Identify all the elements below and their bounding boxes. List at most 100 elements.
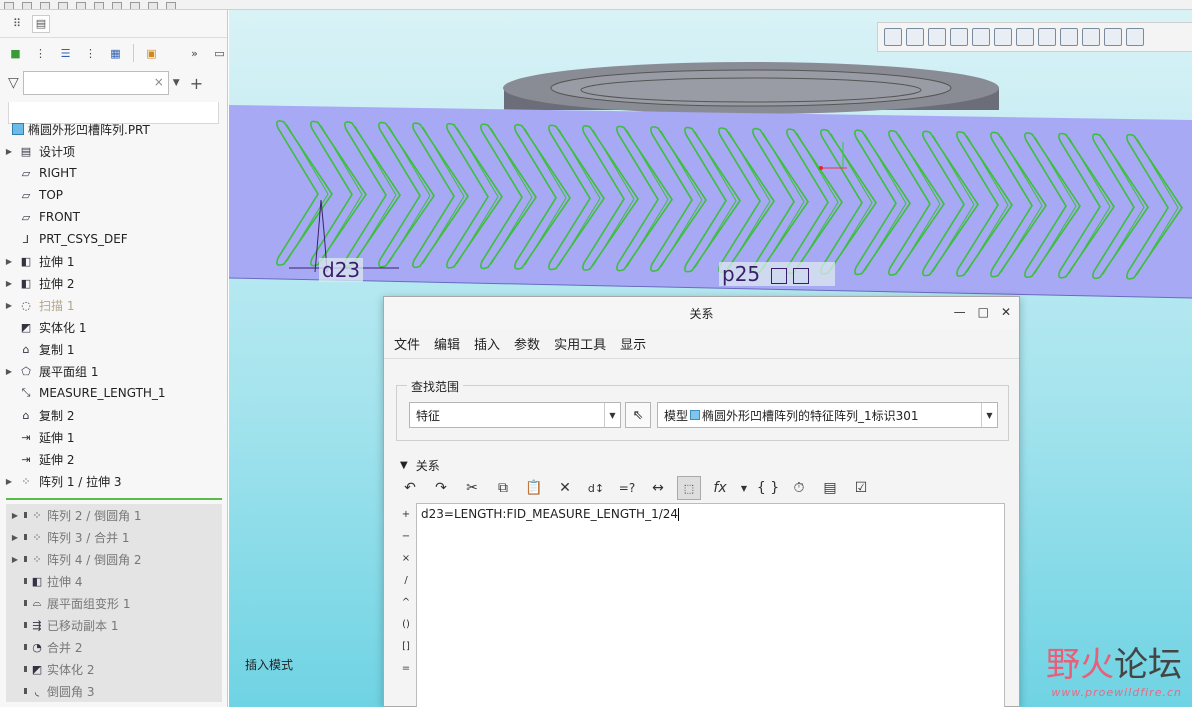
more-dots-icon[interactable]: ⋮ [33, 45, 48, 61]
tree-item[interactable]: ▶ ◧ 拉伸 1 [0, 250, 228, 272]
annotation-display-icon[interactable] [1126, 28, 1144, 46]
tree-item[interactable]: ▶ ▤ 设计项 [0, 140, 228, 162]
filter-icon[interactable]: ▽ [8, 75, 19, 91]
tree-item[interactable]: ⌓ 展平面组变形 1 [6, 592, 222, 614]
undo-icon[interactable]: ↶ [398, 476, 422, 500]
expand-arrow-icon[interactable]: ▶ [0, 301, 18, 310]
columns-icon[interactable]: ▦ [108, 45, 123, 61]
relations-section-header[interactable]: ▼ 关系 [400, 457, 440, 474]
add-icon[interactable]: + [190, 74, 203, 93]
sort-relations-icon[interactable]: ⏱ [787, 476, 811, 500]
tree-item[interactable]: ▱ RIGHT [0, 162, 228, 184]
view-manager-icon[interactable] [972, 28, 990, 46]
chevron-down-icon[interactable]: ▼ [604, 403, 620, 427]
menu-item[interactable]: 显示 [620, 334, 646, 353]
operator-button[interactable]: + [402, 503, 410, 525]
perspective-icon[interactable] [994, 28, 1012, 46]
tree-item[interactable]: ▶ ⬠ 展平面组 1 [0, 360, 228, 382]
insert-here-marker[interactable] [6, 498, 222, 500]
expand-arrow-icon[interactable]: ▶ [0, 279, 18, 288]
datum-planes-icon[interactable] [1038, 28, 1056, 46]
tree-item[interactable]: ⅃ PRT_CSYS_DEF [0, 228, 228, 250]
spin-center-icon[interactable] [1016, 28, 1034, 46]
toolbar-icon[interactable] [94, 2, 104, 9]
scope-type-select[interactable]: 特征 ▼ [409, 402, 621, 428]
cut-icon[interactable]: ✂ [460, 476, 484, 500]
model-tree-tab-icon[interactable]: ⠿ [8, 15, 26, 33]
refit-icon[interactable] [884, 28, 902, 46]
toolbar-icon[interactable] [130, 2, 140, 9]
local-parameters-icon[interactable]: ▤ [818, 476, 842, 500]
verify-icon[interactable]: ☑ [849, 476, 873, 500]
toolbar-icon[interactable] [58, 2, 68, 9]
toolbar-icon[interactable] [112, 2, 122, 9]
saved-views-icon[interactable] [950, 28, 968, 46]
paste-icon[interactable]: 📋 [522, 476, 546, 500]
tree-item[interactable]: ▱ TOP [0, 184, 228, 206]
operator-button[interactable]: / [404, 569, 407, 591]
expand-arrow-icon[interactable]: ▶ [6, 511, 24, 520]
menu-item[interactable]: 文件 [394, 334, 420, 353]
operator-button[interactable]: − [402, 525, 410, 547]
tree-item[interactable]: ◟ 倒圆角 3 [6, 680, 222, 702]
datum-points-icon[interactable] [1082, 28, 1100, 46]
toolbar-icon[interactable] [76, 2, 86, 9]
menu-item[interactable]: 插入 [474, 334, 500, 353]
brackets-icon[interactable]: { } [756, 476, 780, 500]
settings-icon[interactable]: ▣ [144, 45, 159, 61]
tree-item[interactable]: ▶ ◌ 扫描 1 [0, 294, 228, 316]
tree-item[interactable]: ⇥ 延伸 1 [0, 426, 228, 448]
maximize-icon[interactable]: □ [978, 305, 989, 319]
operator-button[interactable]: = [402, 657, 410, 679]
minimize-icon[interactable]: — [954, 305, 966, 319]
tree-item[interactable]: ▱ FRONT [0, 206, 228, 228]
tree-item[interactable]: ▶ ⁘ 阵列 1 / 拉伸 3 [0, 470, 228, 492]
copy-icon[interactable]: ⧉ [491, 476, 515, 500]
dimension-d23-label[interactable]: d23 [319, 258, 364, 282]
expand-arrow-icon[interactable]: ▶ [0, 257, 18, 266]
expand-arrow-icon[interactable]: ▶ [0, 147, 18, 156]
menu-item[interactable]: 编辑 [434, 334, 460, 353]
tree-item[interactable]: ⌂ 复制 2 [0, 404, 228, 426]
tree-item[interactable]: ◩ 实体化 1 [0, 316, 228, 338]
chevron-down-icon[interactable]: ▼ [739, 476, 749, 500]
tree-list-icon[interactable]: ☰ [58, 45, 73, 61]
insert-dimension-icon[interactable]: ↔ [646, 476, 670, 500]
evaluate-icon[interactable]: =? [615, 476, 639, 500]
toolbar-icon[interactable] [22, 2, 32, 9]
dialog-titlebar[interactable]: 关系 — □ ✕ [384, 297, 1019, 329]
show-icon[interactable]: ■ [8, 45, 23, 61]
tree-item[interactable]: ⤡ MEASURE_LENGTH_1 [0, 382, 228, 404]
operator-button[interactable]: × [402, 547, 410, 569]
menu-item[interactable]: 参数 [514, 334, 540, 353]
zoom-in-icon[interactable] [906, 28, 924, 46]
tree-item[interactable]: ▶ ◧ 拉伸 2 [0, 272, 228, 294]
datum-axes-icon[interactable] [1060, 28, 1078, 46]
menu-item[interactable]: 实用工具 [554, 334, 606, 353]
delete-icon[interactable]: ✕ [553, 476, 577, 500]
expand-arrow-icon[interactable]: ▶ [0, 477, 18, 486]
notes-icon[interactable]: ▭ [212, 45, 227, 61]
collapse-triangle-icon[interactable]: ▼ [400, 460, 408, 471]
tree-item[interactable]: ▶ ⁘ 阵列 3 / 合并 1 [6, 526, 222, 548]
tree-item[interactable]: ⇶ 已移动副本 1 [6, 614, 222, 636]
toolbar-icon[interactable] [4, 2, 14, 9]
display-style-icon[interactable] [928, 28, 946, 46]
select-arrow-button[interactable]: ⇖ [625, 402, 651, 428]
chevron-right-icon[interactable]: » [187, 45, 202, 61]
model-select[interactable]: 模型 椭圆外形凹槽阵列的特征阵列_1标识301 ▼ [657, 402, 998, 428]
tree-filter-icon[interactable]: ⋮ [83, 45, 98, 61]
operator-button[interactable]: ^ [402, 591, 410, 613]
tree-item[interactable]: ◩ 实体化 2 [6, 658, 222, 680]
chevron-down-icon[interactable]: ▼ [173, 78, 180, 88]
tree-item[interactable]: ⇥ 延伸 2 [0, 448, 228, 470]
toolbar-icon[interactable] [148, 2, 158, 9]
operator-button[interactable]: () [402, 613, 410, 635]
tree-item[interactable]: ▶ ⁘ 阵列 2 / 倒圆角 1 [6, 504, 222, 526]
folder-tab-icon[interactable]: ▤ [32, 14, 50, 33]
tree-item[interactable]: ▶ ⁘ 阵列 4 / 倒圆角 2 [6, 548, 222, 570]
tree-item[interactable]: ◧ 拉伸 4 [6, 570, 222, 592]
relations-editor[interactable]: d23=LENGTH:FID_MEASURE_LENGTH_1/24 [416, 503, 1005, 707]
tree-root[interactable]: 椭圆外形凹槽阵列.PRT [0, 118, 228, 140]
toolbar-icon[interactable] [40, 2, 50, 9]
